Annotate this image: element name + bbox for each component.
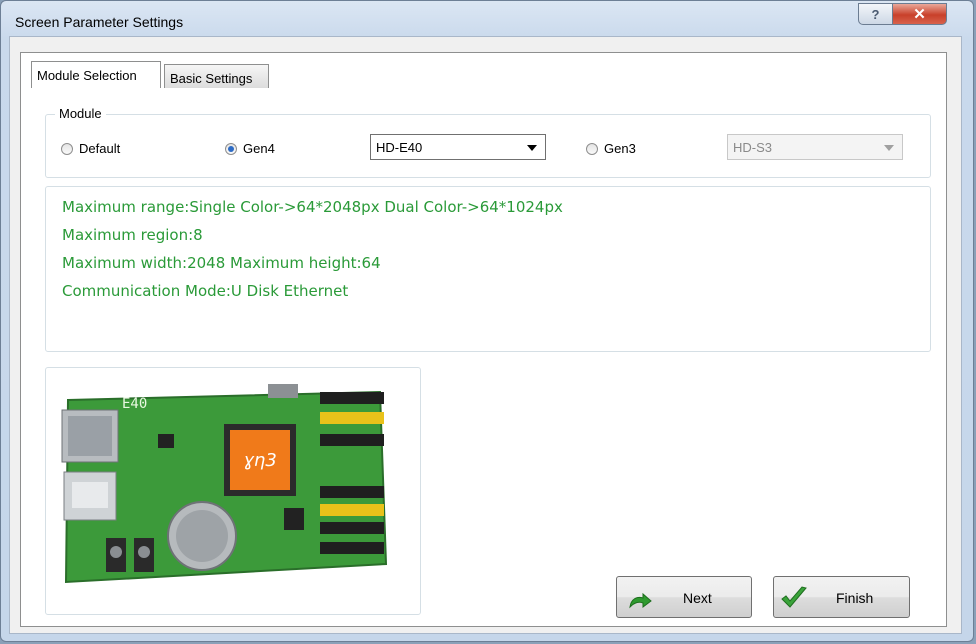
tab-basic-settings[interactable]: Basic Settings [164,64,269,88]
radio-gen3-label: Gen3 [604,141,636,156]
radio-gen4-indicator [225,142,237,155]
radio-default-indicator [61,142,73,155]
info-max-range: Maximum range:Single Color->64*2048px Du… [62,198,563,216]
finish-button[interactable]: Finish [773,576,910,618]
close-icon: ✕ [913,6,926,23]
next-arrow-icon [629,592,652,609]
info-communication-mode: Communication Mode:U Disk Ethernet [62,282,349,300]
radio-gen4-label: Gen4 [243,141,275,156]
window-title: Screen Parameter Settings [15,14,184,30]
radio-gen4[interactable]: Gen4 [225,141,275,156]
chevron-down-icon [884,145,894,151]
board-silkscreen-text: E40 [122,396,147,412]
chip-logo-text: ɣη3 [243,450,277,471]
finish-button-label: Finish [836,590,874,606]
close-button[interactable]: ✕ [892,3,947,25]
gen4-model-select[interactable]: HD-E40 [370,134,546,160]
gen3-model-value: HD-S3 [733,140,773,155]
title-bar[interactable]: Screen Parameter Settings ? ✕ [1,1,973,37]
tab-module-selection[interactable]: Module Selection [31,61,161,88]
gen3-model-select[interactable]: HD-S3 [727,134,903,160]
radio-default[interactable]: Default [61,141,120,156]
next-button[interactable]: Next [616,576,752,618]
radio-gen3-indicator [586,142,598,155]
radio-default-label: Default [79,141,121,156]
info-max-region: Maximum region:8 [62,226,203,244]
info-max-size: Maximum width:2048 Maximum height:64 [62,254,381,272]
chevron-down-icon [527,145,537,151]
module-group-label: Module [55,106,106,121]
next-button-label: Next [683,590,712,606]
checkmark-icon [781,586,807,608]
board-illustration: ɣη3 E40 [61,384,388,584]
controller-board-image: ɣη3 E40 [45,367,421,615]
radio-gen3[interactable]: Gen3 [586,141,636,156]
help-button[interactable]: ? [858,3,893,25]
gen4-model-value: HD-E40 [376,140,423,155]
help-icon: ? [871,6,880,22]
